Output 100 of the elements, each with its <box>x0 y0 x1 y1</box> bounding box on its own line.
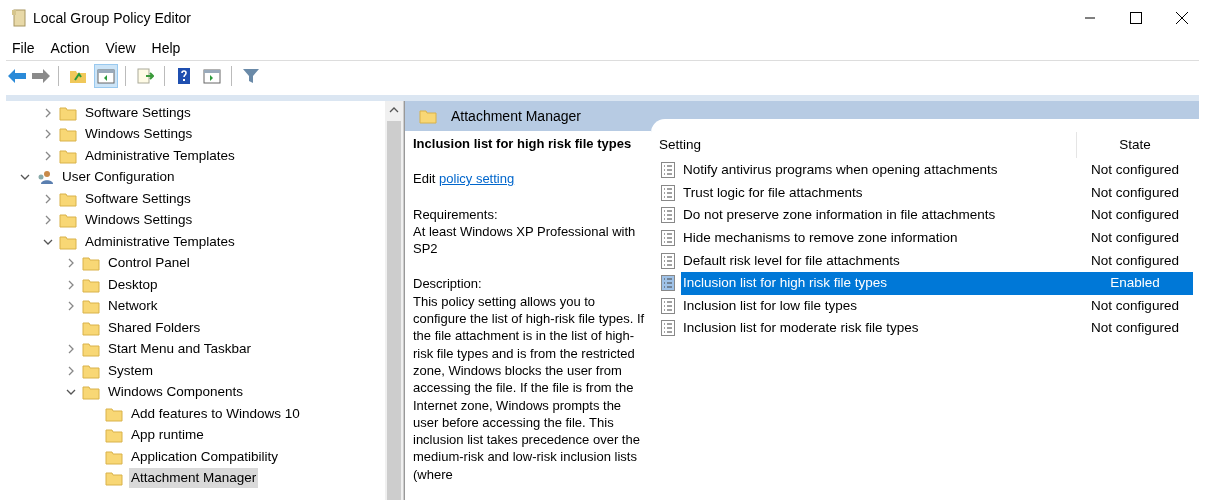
folder-icon <box>105 427 123 444</box>
policy-icon <box>661 207 675 224</box>
users-icon <box>36 169 54 186</box>
folder-icon <box>59 104 77 121</box>
policy-setting-link[interactable]: policy setting <box>439 171 515 187</box>
column-header[interactable]: State <box>1077 134 1193 156</box>
policy-row[interactable]: Notify antivirus programs when opening attachments Not configured <box>681 159 1193 182</box>
setting-cell-text: Do not preserve zone information in file attachments <box>682 206 997 225</box>
state-cell-text: Not configured <box>1090 296 1180 315</box>
folder-icon <box>105 405 123 422</box>
state-cell-text: Not configured <box>1090 161 1180 180</box>
edit-label: Edit <box>413 171 436 187</box>
chevron-right-icon[interactable] <box>43 129 53 140</box>
tree-item[interactable]: Windows Settings <box>83 210 195 231</box>
policy-row[interactable]: Trust logic for file attachments Not configured <box>681 181 1193 205</box>
folder-icon <box>82 341 100 358</box>
folder-icon <box>419 108 437 124</box>
console-tree-icon[interactable] <box>94 64 118 88</box>
folder-icon <box>59 190 77 207</box>
menu-item[interactable]: View <box>99 37 142 59</box>
setting-cell-text: Inclusion list for moderate risk file types <box>682 319 920 338</box>
tree-item[interactable]: Add features to Windows 10 <box>129 403 302 424</box>
menu-item[interactable]: Help <box>145 37 187 59</box>
scroll-up-icon[interactable] <box>389 105 399 115</box>
folder-icon <box>82 276 100 293</box>
tree-item[interactable]: Desktop <box>106 274 160 295</box>
folder-icon <box>105 448 123 465</box>
tree-item[interactable]: Windows Components <box>106 382 246 403</box>
column-header[interactable]: Setting <box>651 134 1076 156</box>
policy-icon <box>661 297 675 314</box>
setting-cell-text: Inclusion list for high risk file types <box>682 274 889 293</box>
folder-icon <box>105 470 123 487</box>
chevron-right-icon[interactable] <box>43 193 53 204</box>
folder-icon <box>82 384 100 401</box>
chevron-right-icon[interactable] <box>66 258 76 269</box>
tree-item[interactable]: Windows Settings <box>83 124 195 145</box>
chevron-right-icon[interactable] <box>43 150 53 161</box>
tree-item[interactable]: Application Compatibility <box>129 446 281 467</box>
tree-item[interactable]: Attachment Manager <box>129 468 259 489</box>
state-cell-text: Not configured <box>1090 183 1180 202</box>
tree-item[interactable]: Shared Folders <box>106 317 203 338</box>
close-icon <box>1176 12 1188 24</box>
requirements-label: Requirements: <box>413 205 499 223</box>
tree-item[interactable]: App runtime <box>129 425 206 446</box>
policy-icon <box>661 162 675 179</box>
menu-item[interactable]: File <box>6 37 41 59</box>
tree-item[interactable]: User Configuration <box>60 167 177 188</box>
policy-row[interactable]: Hide mechanisms to remove zone information Not configured <box>681 226 1193 250</box>
policy-row[interactable]: Inclusion list for high risk file types Enabled <box>681 271 1193 295</box>
state-cell-text: Not configured <box>1090 319 1180 338</box>
state-cell-text: Not configured <box>1090 228 1180 247</box>
chevron-right-icon[interactable] <box>43 215 53 226</box>
setting-cell-text: Inclusion list for low file types <box>682 296 859 315</box>
folder-icon <box>82 319 100 336</box>
tree-item[interactable]: Network <box>106 296 160 317</box>
tree-item[interactable]: Administrative Templates <box>83 231 237 252</box>
tree-item[interactable]: Administrative Templates <box>83 145 237 166</box>
setting-cell-text: Hide mechanisms to remove zone information <box>682 228 959 247</box>
tree-item[interactable]: Software Settings <box>83 188 193 209</box>
requirements-text: At least Windows XP Professional with SP2 <box>413 222 637 258</box>
tree-item[interactable]: Control Panel <box>106 253 192 274</box>
scrollbar[interactable] <box>385 101 403 500</box>
policy-icon <box>661 320 675 337</box>
description-text: This policy setting allows you to configure the list of high-risk file types. If the file attachment is in the list of high-risk file types and is from the restricted zone, Windows blocks the user from accessing the file. If the file is from the Internet zone, Windows prompts the user before accessing the file. This inclusion list takes precedence over the medium-risk and low-risk inclusion lists (where <box>413 292 646 484</box>
folder-icon <box>59 233 77 250</box>
setting-cell-text: Default risk level for file attachments <box>682 251 901 270</box>
tree-item[interactable]: System <box>106 360 155 381</box>
window-title: Local Group Policy Editor <box>33 8 191 28</box>
state-cell-text: Enabled <box>1109 274 1161 293</box>
maximize-icon <box>1130 12 1142 24</box>
folder-icon <box>82 298 100 315</box>
setting-cell-text: Trust logic for file attachments <box>682 183 864 202</box>
policy-title: Inclusion list for high risk file types <box>413 135 633 153</box>
folder-icon <box>82 362 100 379</box>
folder-icon <box>59 147 77 164</box>
policy-icon <box>661 275 675 292</box>
scroll-icon <box>11 9 27 27</box>
chevron-right-icon[interactable] <box>66 365 76 376</box>
back-arrow-icon[interactable] <box>7 68 27 84</box>
tree-item[interactable]: Start Menu and Taskbar <box>106 339 254 360</box>
policy-icon <box>661 252 675 269</box>
chevron-right-icon[interactable] <box>66 279 76 290</box>
menu-item[interactable]: Action <box>44 37 96 59</box>
policy-row[interactable]: Inclusion list for low file types Not configured <box>681 294 1193 318</box>
policy-row[interactable]: Inclusion list for moderate risk file types Not configured <box>681 317 1193 340</box>
chevron-right-icon[interactable] <box>66 344 76 355</box>
folder-icon <box>82 255 100 272</box>
chevron-right-icon[interactable] <box>43 107 53 118</box>
tree-item[interactable]: Software Settings <box>83 102 193 123</box>
pane-header: Attachment Manager <box>451 106 581 126</box>
folder-icon <box>59 212 77 229</box>
policy-icon <box>661 230 675 247</box>
chevron-right-icon[interactable] <box>66 301 76 312</box>
description-label: Description: <box>413 275 483 293</box>
state-cell-text: Not configured <box>1090 251 1180 270</box>
policy-row[interactable]: Do not preserve zone information in file attachments Not configured <box>681 204 1193 227</box>
policy-icon <box>661 184 675 201</box>
folder-icon <box>59 126 77 143</box>
policy-row[interactable]: Default risk level for file attachments Not configured <box>681 249 1193 272</box>
setting-cell-text: Notify antivirus programs when opening attachments <box>682 161 999 180</box>
